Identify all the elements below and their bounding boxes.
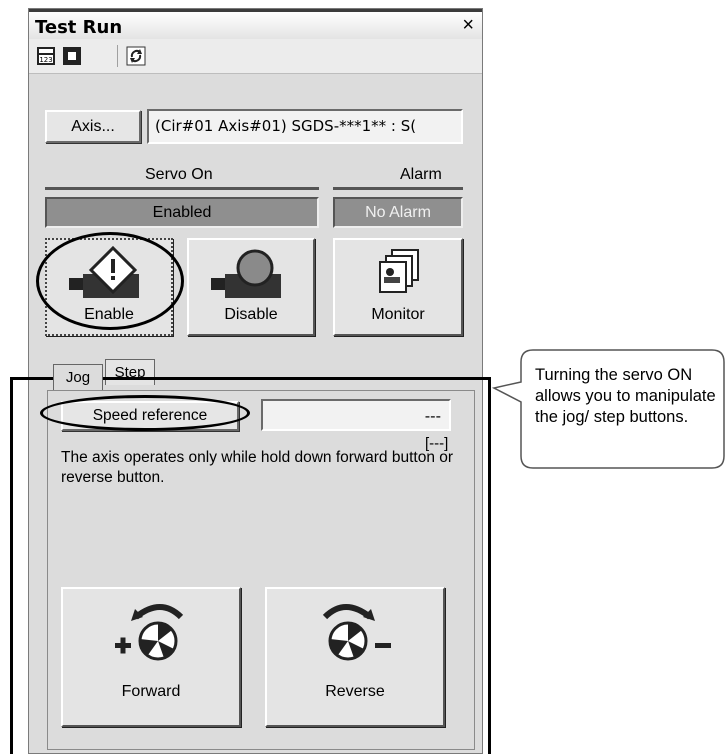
callout-text: Turning the servo ON allows you to manip… xyxy=(535,366,716,426)
tab-jog[interactable]: Jog xyxy=(53,364,103,390)
